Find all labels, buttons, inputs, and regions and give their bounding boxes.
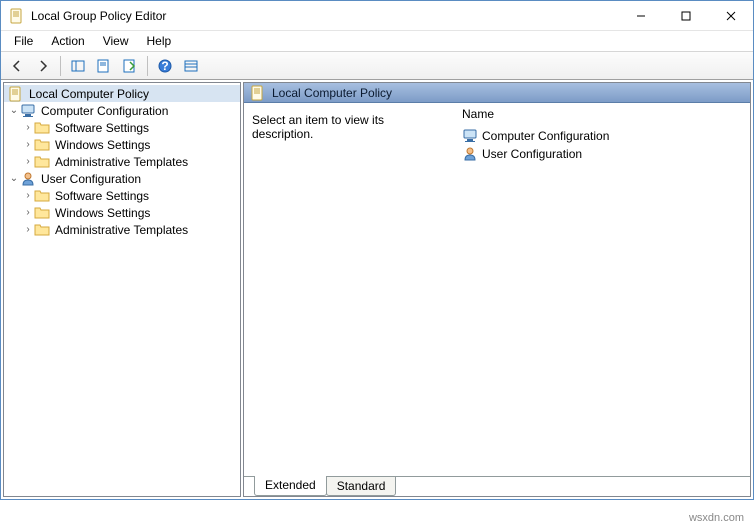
- minimize-icon: [636, 11, 646, 21]
- tab-strip: Extended Standard: [244, 475, 750, 496]
- detail-header-text: Local Computer Policy: [272, 86, 392, 100]
- watermark: wsxdn.com: [689, 512, 744, 524]
- computer-icon: [20, 103, 36, 119]
- list-column: Name Computer Configuration User Configu…: [454, 103, 750, 475]
- window-title: Local Group Policy Editor: [31, 9, 618, 23]
- window-controls: [618, 1, 753, 30]
- expand-icon[interactable]: ›: [22, 190, 34, 201]
- menu-help[interactable]: Help: [138, 32, 181, 50]
- tree-node-software-settings[interactable]: › Software Settings: [18, 187, 240, 204]
- expand-icon[interactable]: ›: [22, 224, 34, 235]
- collapse-icon[interactable]: ⌄: [8, 105, 20, 116]
- properties-icon: [96, 58, 112, 74]
- menu-view[interactable]: View: [94, 32, 138, 50]
- tree-node-software-settings[interactable]: › Software Settings: [18, 119, 240, 136]
- tree-label: Computer Configuration: [39, 104, 170, 118]
- folder-icon: [34, 137, 50, 153]
- detail-header: Local Computer Policy: [244, 83, 750, 103]
- detail-pane: Local Computer Policy Select an item to …: [243, 82, 751, 497]
- tree-node-computer-configuration[interactable]: ⌄ Computer Configuration: [4, 102, 240, 119]
- list-item[interactable]: Computer Configuration: [462, 127, 742, 145]
- tree-node-administrative-templates[interactable]: › Administrative Templates: [18, 153, 240, 170]
- titlebar: Local Group Policy Editor: [1, 1, 753, 31]
- description-column: Select an item to view its description.: [244, 103, 454, 475]
- folder-icon: [34, 222, 50, 238]
- user-icon: [462, 146, 478, 162]
- separator: [60, 56, 61, 76]
- tree-label: Administrative Templates: [53, 223, 190, 237]
- tree-pane[interactable]: Local Computer Policy ⌄ Computer Configu…: [3, 82, 241, 497]
- export-list-button[interactable]: [118, 54, 142, 78]
- panes-icon: [70, 58, 86, 74]
- window: Local Group Policy Editor File Action Vi…: [0, 0, 754, 500]
- app-icon: [9, 8, 25, 24]
- expand-icon[interactable]: ›: [22, 156, 34, 167]
- list-item-label: Computer Configuration: [482, 129, 609, 143]
- policy-icon: [250, 85, 266, 101]
- folder-icon: [34, 154, 50, 170]
- detail-body: Select an item to view its description. …: [244, 103, 750, 475]
- tree-node-windows-settings[interactable]: › Windows Settings: [18, 136, 240, 153]
- maximize-button[interactable]: [663, 1, 708, 30]
- properties-button[interactable]: [92, 54, 116, 78]
- tree-node-windows-settings[interactable]: › Windows Settings: [18, 204, 240, 221]
- column-header-name[interactable]: Name: [462, 107, 742, 127]
- tree-label: Software Settings: [53, 121, 151, 135]
- policy-icon: [8, 86, 24, 102]
- tab-label: Extended: [265, 478, 316, 492]
- expand-icon[interactable]: ›: [22, 207, 34, 218]
- tree-node-administrative-templates[interactable]: › Administrative Templates: [18, 221, 240, 238]
- help-button[interactable]: [153, 54, 177, 78]
- select-hint: Select an item to view its description.: [252, 113, 446, 141]
- arrow-right-icon: [35, 58, 51, 74]
- tree-root-node[interactable]: Local Computer Policy: [4, 85, 240, 102]
- tree-label: User Configuration: [39, 172, 143, 186]
- menu-action[interactable]: Action: [42, 32, 93, 50]
- list-icon: [183, 58, 199, 74]
- view-button[interactable]: [179, 54, 203, 78]
- tree-root-label: Local Computer Policy: [27, 87, 151, 101]
- maximize-icon: [681, 11, 691, 21]
- tab-standard[interactable]: Standard: [326, 477, 397, 496]
- back-button[interactable]: [5, 54, 29, 78]
- tab-label: Standard: [337, 479, 386, 493]
- tree-label: Windows Settings: [53, 206, 152, 220]
- minimize-button[interactable]: [618, 1, 663, 30]
- arrow-left-icon: [9, 58, 25, 74]
- menubar: File Action View Help: [1, 31, 753, 52]
- expand-icon[interactable]: ›: [22, 122, 34, 133]
- tree-label: Administrative Templates: [53, 155, 190, 169]
- tab-extended[interactable]: Extended: [254, 476, 327, 496]
- show-hide-tree-button[interactable]: [66, 54, 90, 78]
- computer-icon: [462, 128, 478, 144]
- forward-button[interactable]: [31, 54, 55, 78]
- collapse-icon[interactable]: ⌄: [8, 173, 20, 184]
- tree-label: Software Settings: [53, 189, 151, 203]
- separator: [147, 56, 148, 76]
- folder-icon: [34, 205, 50, 221]
- folder-icon: [34, 188, 50, 204]
- close-icon: [726, 11, 736, 21]
- user-icon: [20, 171, 36, 187]
- content: Local Computer Policy ⌄ Computer Configu…: [1, 80, 753, 499]
- tree-node-user-configuration[interactable]: ⌄ User Configuration: [4, 170, 240, 187]
- help-icon: [157, 58, 173, 74]
- list-item[interactable]: User Configuration: [462, 145, 742, 163]
- toolbar: [1, 52, 753, 80]
- export-icon: [122, 58, 138, 74]
- menu-file[interactable]: File: [5, 32, 42, 50]
- expand-icon[interactable]: ›: [22, 139, 34, 150]
- folder-icon: [34, 120, 50, 136]
- tree-label: Windows Settings: [53, 138, 152, 152]
- list-item-label: User Configuration: [482, 147, 582, 161]
- close-button[interactable]: [708, 1, 753, 30]
